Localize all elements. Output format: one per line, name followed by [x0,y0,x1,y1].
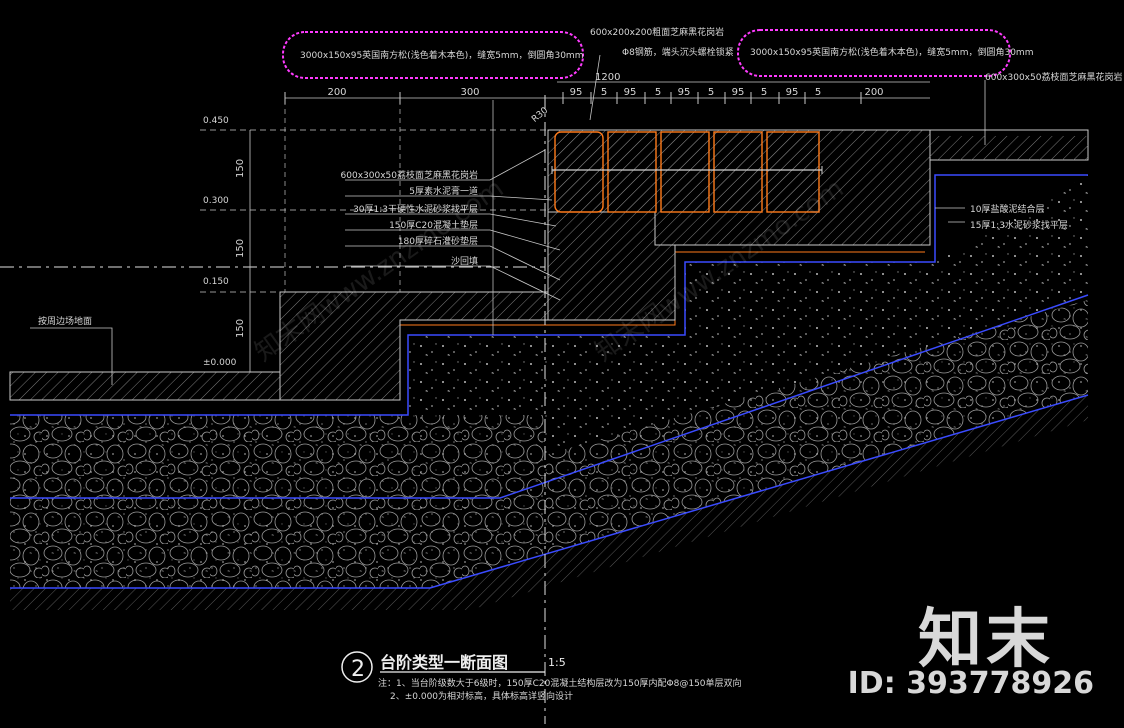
dim-top-11: 5 [815,87,821,98]
note-2: 2、±0.000为相对标高，具体标高详竖向设计 [390,690,573,702]
dim-top-4: 95 [624,87,637,98]
drawing-title: 2 台阶类型一断面图 1:5 [341,651,566,683]
right-text-1: 10厚盐酸泥结合层 [970,203,1044,215]
dim-vertical-3: 150 [235,319,246,338]
layer-text-1: 600x300x50荔枝面芝麻黑花岗岩 [341,169,478,181]
title-text: 台阶类型一断面图 [380,653,508,672]
dim-top-0: 200 [327,87,346,98]
top-right-text: 600x300x50荔枝面芝麻黑花岗岩 [985,71,1122,83]
tread-3 [660,131,710,213]
dim-top-5: 5 [655,87,661,98]
right-text-2: 15厚1:3水泥砂浆找平层 [970,219,1068,231]
elevation-0450: 0.450 [203,116,229,126]
dim-vertical-2: 150 [235,239,246,258]
radius-text: R30 [530,106,550,125]
leader-top-center [589,54,601,121]
cad-drawing: 3000x150x95英国南方松(浅色着木本色)，缝宽5mm，倒圆角30mm 3… [0,0,1124,724]
title-number: 2 [351,657,365,682]
tread-4 [713,131,763,213]
elevation-0300: 0.300 [203,196,229,206]
dim-top-1: 300 [460,87,479,98]
top-paver-hatch [930,136,1088,160]
dim-top-6: 95 [678,87,691,98]
dim-top-3: 5 [601,87,607,98]
dim-vertical-1: 150 [235,159,246,178]
title-scale: 1:5 [548,656,566,669]
tread-1 [554,131,604,213]
base-slab [9,371,281,401]
dim-top-7: 5 [708,87,714,98]
elevation-0150: 0.150 [203,277,229,287]
note-1: 注：1、当台阶级数大于6级时，150厚C20混凝土结构层改为150厚内配Φ8@1… [378,677,742,689]
top-center-text-1: 600x200x200粗面芝麻黑花岗岩 [590,26,724,38]
elevation-0000: ±0.000 [203,358,237,368]
dim-top-12: 200 [864,87,883,98]
layer-text-6: 沙回填 [451,255,478,267]
cloud-left-text: 3000x150x95英国南方松(浅色着木本色)，缝宽5mm，倒圆角30mm [300,49,583,61]
dim-top-9: 5 [761,87,767,98]
dim-1200: 1200 [595,72,620,83]
ground-left-text: 按周边场地面 [38,315,92,327]
watermark-id: ID: 393778926 [847,666,1094,701]
cloud-right-text: 3000x150x95英国南方松(浅色着木本色)，缝宽5mm，倒圆角30mm [750,46,1033,58]
top-center-text-2: Φ8钢筋，端头沉头螺栓锁紧 [622,46,734,58]
dim-top-10: 95 [786,87,799,98]
top-dimension-row: 200 300 95 5 95 5 95 5 95 5 95 5 200 [284,87,884,104]
tread-2 [607,131,657,213]
dim-top-2: 95 [570,87,583,98]
dim-top-8: 95 [732,87,745,98]
